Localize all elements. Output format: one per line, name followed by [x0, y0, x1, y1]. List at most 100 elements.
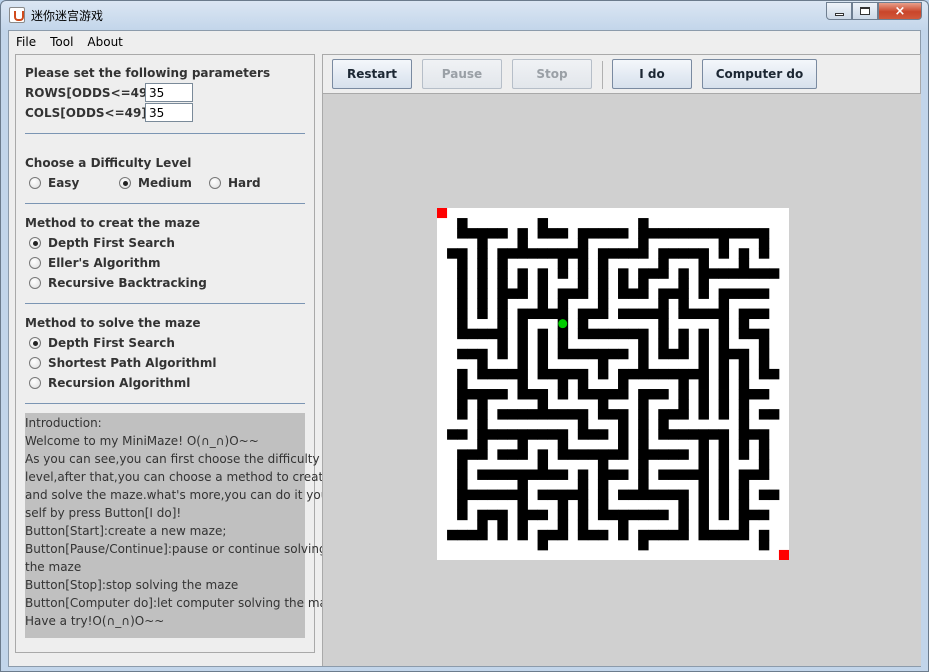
maze-wall-cell	[577, 238, 589, 249]
maze-wall-cell	[577, 318, 589, 330]
maze-wall-cell	[537, 469, 549, 480]
maze-wall-cell	[678, 308, 689, 320]
maze-wall-cell	[477, 439, 488, 450]
computer-do-button[interactable]: Computer do	[702, 59, 817, 89]
restart-button[interactable]: Restart	[332, 59, 412, 89]
maze-wall-cell	[537, 278, 549, 289]
maze-wall-cell	[477, 328, 488, 340]
maze-wall-cell	[547, 308, 559, 320]
maze-wall-cell	[547, 469, 559, 480]
rows-label: ROWS[ODDS<=49]:	[25, 86, 158, 100]
maze-wall-cell	[708, 228, 719, 239]
intro-line: Have a try!O(∩_∩)O~~	[25, 614, 165, 628]
maze-wall-cell	[577, 479, 589, 490]
maze-wall-cell	[678, 378, 689, 390]
radio-icon	[209, 177, 221, 189]
maze-wall-cell	[638, 288, 649, 299]
maze-wall-cell	[547, 409, 559, 420]
maze-wall-cell	[718, 529, 730, 541]
maze-start-marker	[437, 208, 448, 219]
maze-wall-cell	[758, 368, 770, 380]
menu-about[interactable]: About	[80, 35, 129, 49]
maze-wall-cell	[477, 389, 488, 400]
maze-wall-cell	[698, 469, 709, 480]
solve-shortest-path-radio[interactable]: Shortest Path Algorithml	[29, 356, 216, 370]
maze-wall-cell	[648, 228, 659, 239]
radio-selected-icon	[29, 237, 41, 249]
maze-wall-cell	[678, 429, 689, 440]
maze-wall-cell	[507, 449, 518, 460]
solve-recursion-radio[interactable]: Recursion Algorithml	[29, 376, 190, 390]
maze-wall-cell	[738, 499, 750, 511]
radio-label: Recursion Algorithml	[48, 376, 191, 390]
maze-wall-cell	[718, 228, 730, 239]
cols-input[interactable]: 35	[145, 103, 193, 122]
maze-wall-cell	[718, 399, 730, 410]
maze-wall-cell	[497, 519, 508, 531]
maze-wall-cell	[738, 348, 750, 360]
maze-wall-cell	[597, 529, 609, 541]
maze-wall-cell	[738, 318, 750, 330]
create-backtracking-radio[interactable]: Recursive Backtracking	[29, 276, 207, 290]
title-bar[interactable]: 迷你迷宫游戏 ×	[1, 1, 928, 29]
radio-label: Depth First Search	[48, 236, 175, 250]
maze-wall-cell	[587, 228, 599, 239]
close-button[interactable]: ×	[878, 2, 922, 20]
stop-button[interactable]: Stop	[512, 59, 592, 89]
maze-wall-cell	[738, 328, 750, 340]
maze-wall-cell	[638, 338, 649, 350]
maze-wall-cell	[718, 389, 730, 400]
maze-wall-cell	[457, 459, 468, 470]
maze-wall-cell	[648, 368, 659, 380]
maze-wall-cell	[477, 399, 488, 410]
i-do-button[interactable]: I do	[612, 59, 692, 89]
maze-wall-cell	[638, 278, 649, 289]
minimize-button[interactable]	[826, 2, 852, 20]
radio-selected-icon	[29, 337, 41, 349]
maze-wall-cell	[758, 449, 770, 460]
difficulty-medium-radio[interactable]: Medium	[119, 176, 192, 190]
maze-wall-cell	[557, 439, 569, 450]
maze-wall-cell	[577, 449, 589, 460]
maze-wall-cell	[457, 308, 468, 320]
maze-wall-cell	[457, 479, 468, 490]
maze-wall-cell	[708, 268, 719, 279]
maze-wall-cell	[557, 328, 569, 340]
maze-wall-cell	[537, 509, 549, 521]
maze-wall-cell	[698, 459, 709, 470]
maze-wall-cell	[668, 429, 679, 440]
difficulty-easy-radio[interactable]: Easy	[29, 176, 79, 190]
difficulty-hard-radio[interactable]: Hard	[209, 176, 261, 190]
pause-button[interactable]: Pause	[422, 59, 502, 89]
maze-wall-cell	[477, 298, 488, 309]
create-eller-radio[interactable]: Eller's Algorithm	[29, 256, 161, 270]
maze-wall-cell	[577, 378, 589, 390]
intro-line: Button[Computer do]:let computer solving…	[25, 596, 341, 610]
maze-board[interactable]	[437, 208, 789, 560]
maze-wall-cell	[738, 268, 750, 279]
rows-input[interactable]: 35	[145, 83, 193, 102]
maze-wall-cell	[577, 288, 589, 299]
maze-wall-cell	[678, 288, 689, 299]
maze-wall-cell	[638, 348, 649, 360]
maze-wall-cell	[758, 459, 770, 470]
intro-line: As you can see,you can first choose the …	[25, 452, 320, 466]
create-dfs-radio[interactable]: Depth First Search	[29, 236, 175, 250]
maze-wall-cell	[497, 278, 508, 289]
maze-wall-cell	[537, 248, 549, 259]
solve-dfs-radio[interactable]: Depth First Search	[29, 336, 175, 350]
maze-wall-cell	[547, 489, 559, 501]
maze-wall-cell	[527, 469, 538, 480]
maximize-button[interactable]	[852, 2, 878, 20]
maze-wall-cell	[457, 348, 468, 360]
maximize-icon	[860, 7, 870, 15]
maze-wall-cell	[758, 389, 770, 400]
maze-wall-cell	[618, 348, 629, 360]
menu-file[interactable]: File	[9, 35, 43, 49]
maze-wall-cell	[768, 368, 780, 380]
maze-wall-cell	[557, 378, 569, 390]
menu-tool[interactable]: Tool	[43, 35, 80, 49]
maze-wall-cell	[758, 409, 770, 420]
maze-wall-cell	[557, 469, 569, 480]
maze-wall-cell	[738, 228, 750, 239]
